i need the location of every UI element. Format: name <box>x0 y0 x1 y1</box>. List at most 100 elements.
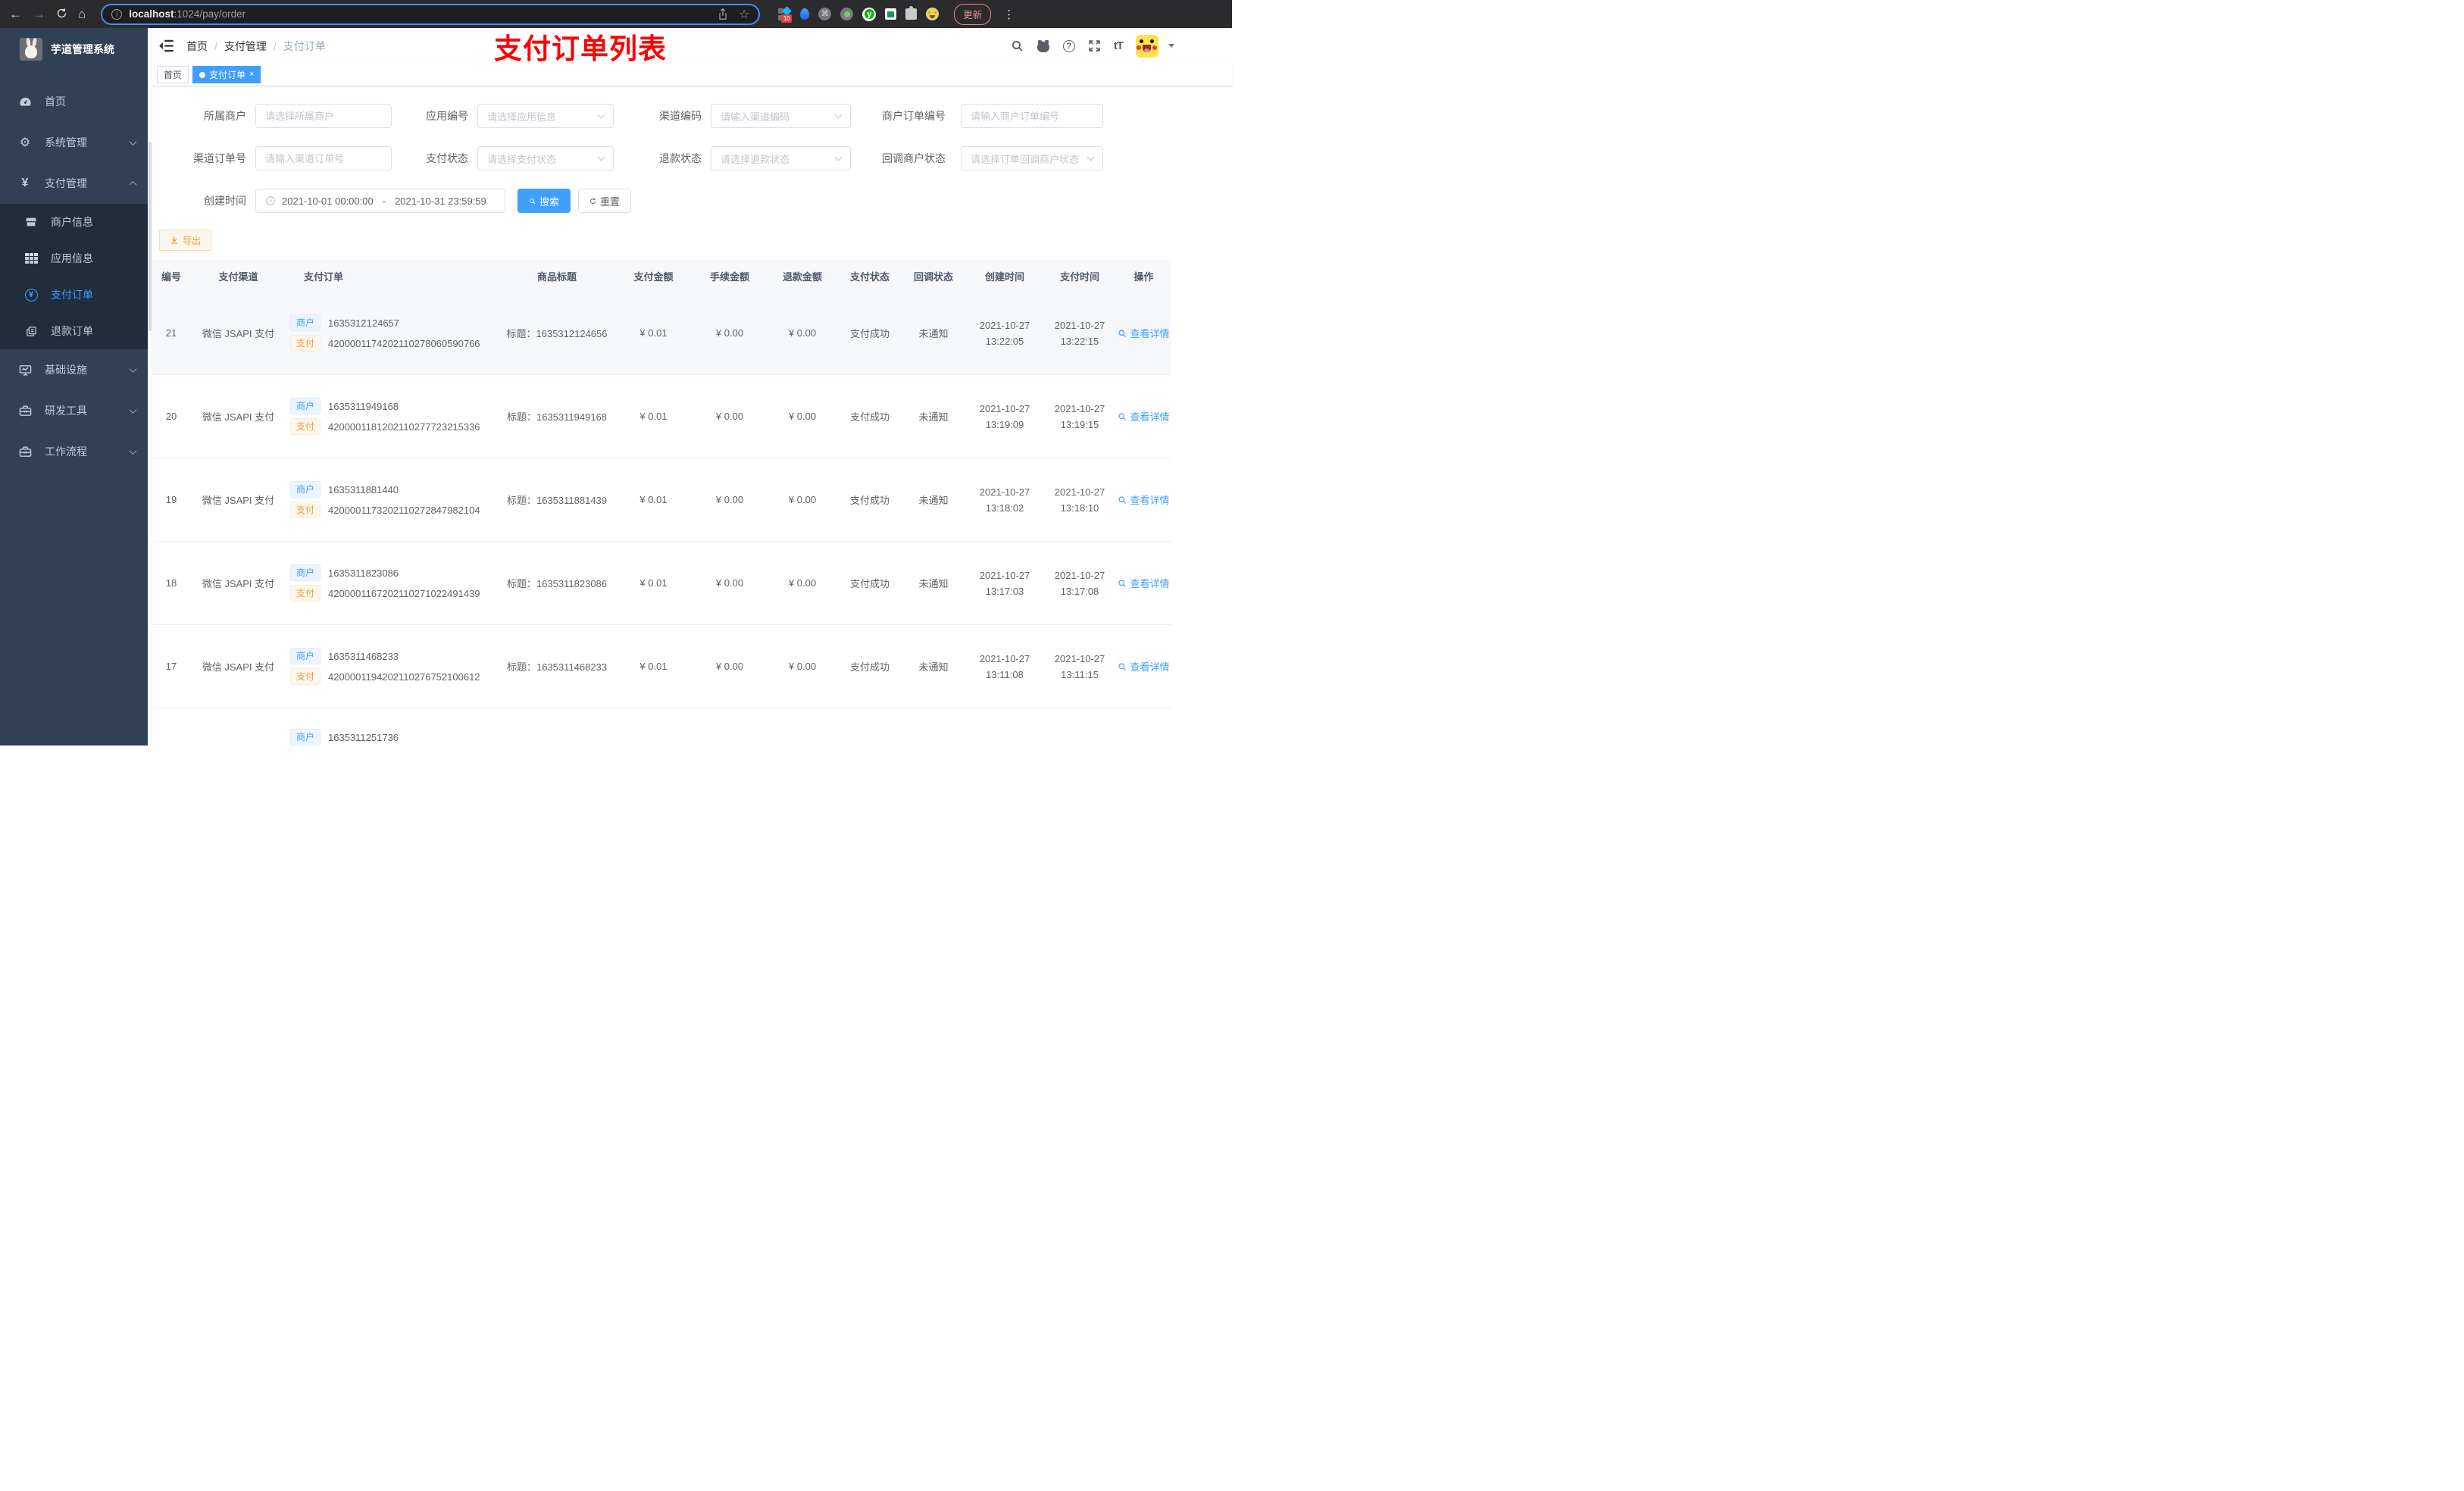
search-button[interactable]: 搜索 <box>518 189 571 213</box>
scrollbar-thumb[interactable] <box>149 142 152 331</box>
table-row[interactable]: 17 微信 JSAPI 支付 商户 1635311468233 支付 42000… <box>152 625 1171 708</box>
refund-status-select[interactable]: 请选择退款状态 <box>711 146 851 170</box>
sidebar-item-dev-tools[interactable]: 研发工具 <box>0 390 148 431</box>
magnifier-icon <box>1118 412 1127 420</box>
pay-status: 支付成功 <box>849 328 890 339</box>
view-detail-link[interactable]: 查看详情 <box>1118 409 1170 424</box>
github-icon[interactable] <box>1037 39 1050 52</box>
refund-amount: ¥ 0.00 <box>788 577 817 589</box>
extensions-puzzle-icon[interactable] <box>905 6 918 20</box>
view-detail-link[interactable]: 查看详情 <box>1118 576 1170 590</box>
export-button[interactable]: 导出 <box>159 230 212 251</box>
extension-record-icon[interactable] <box>840 8 854 20</box>
tab-close-icon[interactable]: × <box>249 70 254 79</box>
extension-balloon-icon[interactable] <box>800 8 810 20</box>
sidebar-item-home[interactable]: 首页 <box>0 81 148 122</box>
merchant-order-no-input[interactable] <box>971 110 1093 122</box>
site-info-icon[interactable]: i <box>111 8 123 20</box>
tab-pay-order[interactable]: 支付订单 × <box>192 66 261 83</box>
search-icon[interactable] <box>1011 39 1024 52</box>
avatar-caret-icon[interactable] <box>1168 44 1174 48</box>
sidebar-item-system[interactable]: ⚙ 系统管理 <box>0 122 148 163</box>
magnifier-icon <box>1118 329 1127 337</box>
date-range-picker[interactable]: 2021-10-01 00:00:00 - 2021-10-31 23:59:5… <box>255 189 505 213</box>
app-select[interactable]: 请选择应用信息 <box>477 104 614 128</box>
merchant-tag: 商户 <box>290 314 321 331</box>
pay-order-no: 4200001181202110277723215336 <box>328 420 480 433</box>
channel-order-no-field[interactable] <box>255 146 392 170</box>
pay-order-cell: 商户 1635312124657 支付 42000011742021102780… <box>286 311 500 355</box>
created-time: 2021-10-27 13:19:09 <box>979 402 1030 430</box>
avatar[interactable] <box>1136 34 1159 58</box>
notify-status-select[interactable]: 请选择订单回调商户状态 <box>961 146 1103 170</box>
document-icon <box>22 326 40 337</box>
extension-wechat-icon[interactable]: y <box>862 7 877 21</box>
help-icon[interactable]: ? <box>1062 39 1075 52</box>
view-detail-link[interactable]: 查看详情 <box>1118 492 1170 507</box>
pay-channel: 微信 JSAPI 支付 <box>202 328 275 339</box>
extension-blocks-icon[interactable]: 10 <box>778 6 793 23</box>
filter-label: 退款状态 <box>659 152 702 164</box>
extension-badge: 10 <box>781 14 793 23</box>
sidebar-item-label: 支付订单 <box>51 289 93 301</box>
channel-order-no-input[interactable] <box>265 152 382 164</box>
toolbox-icon <box>16 405 34 417</box>
app-logo-row[interactable]: 芋道管理系统 <box>0 28 148 70</box>
sidebar-item-payment[interactable]: ¥ 支付管理 <box>0 163 148 204</box>
merchant-order-no: 1635312124657 <box>328 317 400 329</box>
reset-button[interactable]: 重置 <box>578 189 631 213</box>
created-time: 2021-10-27 13:17:03 <box>979 569 1030 597</box>
order-id: 17 <box>165 661 177 672</box>
bookmark-star-icon[interactable]: ☆ <box>739 7 749 22</box>
browser-home-icon[interactable]: ⌂ <box>78 8 86 20</box>
browser-back-icon[interactable]: ← <box>9 8 22 20</box>
view-detail-link[interactable]: 查看详情 <box>1118 326 1170 340</box>
channel-code-select[interactable]: 请输入渠道编码 <box>711 104 851 128</box>
browser-update-button[interactable]: 更新 <box>954 3 992 25</box>
sidebar-item-app-info[interactable]: 应用信息 <box>0 240 148 277</box>
sidebar-item-merchant-info[interactable]: 商户信息 <box>0 204 148 240</box>
paid-time: 2021-10-27 13:18:10 <box>1054 486 1105 514</box>
table-row[interactable]: 18 微信 JSAPI 支付 商户 1635311823086 支付 42000… <box>152 542 1171 625</box>
col-header: 支付金额 <box>633 270 674 283</box>
filter-label: 所属商户 <box>204 110 246 122</box>
pay-tag: 支付 <box>290 335 321 352</box>
sidebar-fold-icon[interactable] <box>159 39 174 52</box>
sidebar-item-label: 系统管理 <box>45 136 87 148</box>
extension-emoji-icon[interactable] <box>926 8 940 20</box>
notify-status: 未通知 <box>918 578 949 589</box>
share-icon[interactable] <box>718 8 728 20</box>
chevron-down-icon <box>834 153 843 161</box>
browser-forward-icon[interactable]: → <box>33 8 45 20</box>
browser-reload-icon[interactable] <box>56 8 67 21</box>
product-title: 标题：1635311949168 <box>506 411 608 423</box>
merchant-input[interactable] <box>265 110 382 122</box>
merchant-select[interactable] <box>255 104 392 128</box>
sidebar-item-pay-order[interactable]: ¥ 支付订单 <box>0 277 148 313</box>
fullscreen-icon[interactable] <box>1088 39 1101 52</box>
table-row[interactable]: 19 微信 JSAPI 支付 商户 1635311881440 支付 42000… <box>152 458 1171 542</box>
created-time: 2021-10-27 13:18:02 <box>979 486 1030 514</box>
merchant-order-no-field[interactable] <box>961 104 1103 128</box>
view-detail-link[interactable]: 查看详情 <box>1118 659 1170 674</box>
extension-command-icon[interactable]: ⌘ <box>818 8 832 20</box>
font-size-icon[interactable]: tT <box>1114 39 1124 52</box>
pay-status-select[interactable]: 请选择支付状态 <box>477 146 614 170</box>
sidebar-item-workflow[interactable]: 工作流程 <box>0 431 148 472</box>
breadcrumb: 首页 / 支付管理 / 支付订单 <box>186 39 326 54</box>
created-time: 2021-10-27 13:11:08 <box>979 652 1030 680</box>
url-bar[interactable]: i localhost:1024/pay/order ☆ <box>101 3 761 25</box>
browser-menu-icon[interactable]: ⋮ <box>1003 8 1015 21</box>
breadcrumb-home[interactable]: 首页 <box>186 39 208 54</box>
gear-icon: ⚙ <box>19 136 31 149</box>
table-row[interactable]: 20 微信 JSAPI 支付 商户 1635311949168 支付 42000… <box>152 375 1171 458</box>
breadcrumb-payment[interactable]: 支付管理 <box>224 39 267 54</box>
main-scrollbar[interactable] <box>148 28 152 746</box>
tab-home[interactable]: 首页 <box>157 66 189 83</box>
table-row[interactable]: 21 微信 JSAPI 支付 商户 1635312124657 支付 42000… <box>152 292 1171 375</box>
sidebar-item-infrastructure[interactable]: 基础设施 <box>0 349 148 390</box>
sidebar-item-refund-order[interactable]: 退款订单 <box>0 313 148 349</box>
extension-chat-icon[interactable] <box>885 8 897 20</box>
store-icon <box>22 216 40 228</box>
col-header: 支付渠道 <box>218 270 258 283</box>
